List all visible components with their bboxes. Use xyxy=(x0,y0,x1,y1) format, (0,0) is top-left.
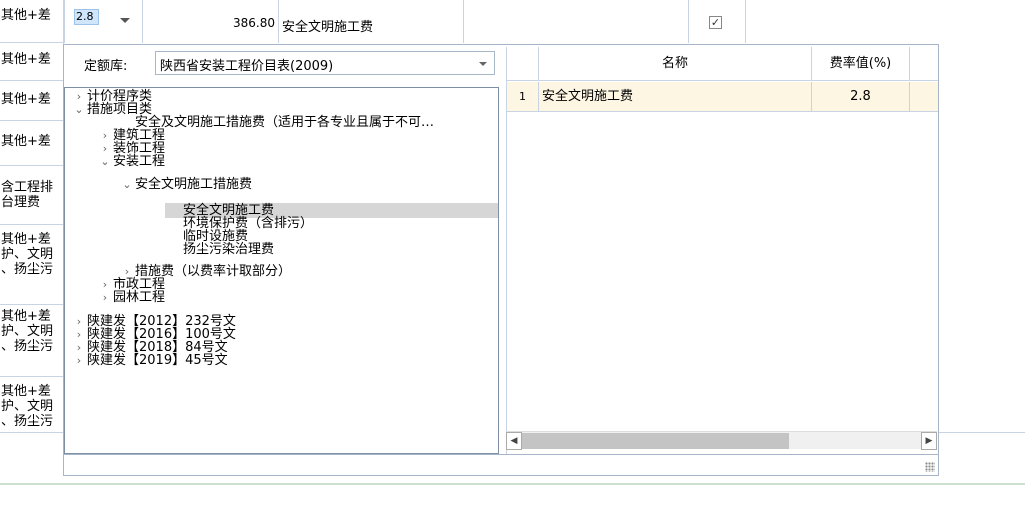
fee-name-cell[interactable]: 安全文明施工费 xyxy=(279,0,464,43)
chevron-right-icon[interactable]: › xyxy=(99,278,111,291)
chevron-right-icon[interactable]: › xyxy=(73,90,85,103)
chevron-right-icon[interactable]: › xyxy=(73,354,85,367)
header-extra xyxy=(910,47,938,81)
tree-node-label[interactable]: 扬尘污染治理费 xyxy=(183,243,274,256)
left-cell-2[interactable]: 其他+差 xyxy=(0,81,64,121)
resize-grip-icon[interactable] xyxy=(925,462,935,472)
left-cell-3[interactable]: 其他+差 xyxy=(0,121,64,166)
left-cell-1[interactable]: 其他+差 xyxy=(0,43,64,81)
row-rate[interactable]: 2.8 xyxy=(812,82,910,112)
chevron-right-icon[interactable]: › xyxy=(99,129,111,142)
library-select-value: 陕西省安装工程价目表(2009) xyxy=(160,59,334,74)
library-select[interactable]: 陕西省安装工程价目表(2009) xyxy=(155,51,495,75)
header-name[interactable]: 名称 xyxy=(539,47,812,81)
left-cell-5[interactable]: 其他+差 护、文明 、扬尘污 xyxy=(0,225,64,305)
scrollbar-thumb[interactable] xyxy=(522,433,789,449)
chevron-right-icon[interactable]: › xyxy=(99,291,111,304)
scroll-left-icon[interactable]: ◀ xyxy=(506,432,522,450)
left-cell-4[interactable]: 含工程排 台理费 xyxy=(0,166,64,225)
library-label: 定额库: xyxy=(84,59,128,74)
chevron-down-icon[interactable]: ⌄ xyxy=(121,178,133,191)
enabled-checkbox[interactable]: ✓ xyxy=(709,16,722,29)
tree-node-label[interactable]: 陕建发【2019】45号文 xyxy=(87,354,228,367)
category-tree: › 计价程序类 ⌄ 措施项目类 安全及文明施工措施费（适用于各专业且属于不可… › 建筑工程… xyxy=(64,87,499,454)
status-divider xyxy=(0,483,1025,485)
chevron-right-icon[interactable]: › xyxy=(73,341,85,354)
left-cell-6[interactable]: 其他+差 护、文明 、扬尘污 xyxy=(0,305,64,377)
tree-node-label[interactable]: 安全文明施工措施费 xyxy=(135,178,252,191)
scroll-right-icon[interactable]: ▶ xyxy=(921,432,937,450)
tree-node-label[interactable]: 安装工程 xyxy=(113,155,165,168)
left-cell-0[interactable]: 其他+差 xyxy=(0,0,64,43)
chevron-right-icon[interactable]: › xyxy=(73,315,85,328)
popup-footer xyxy=(64,454,938,475)
chevron-down-icon[interactable] xyxy=(479,62,487,66)
horizontal-scrollbar[interactable]: ◀ ▶ xyxy=(506,431,937,450)
rate-table: 名称 费率值(%) 1 安全文明施工费 2.8 xyxy=(506,47,938,454)
chevron-right-icon[interactable]: › xyxy=(99,142,111,155)
rate-table-header: 名称 费率值(%) xyxy=(507,47,938,81)
empty-cell[interactable] xyxy=(464,0,689,43)
chevron-down-icon[interactable]: ⌄ xyxy=(73,103,85,116)
header-index xyxy=(507,47,539,81)
header-rate[interactable]: 费率值(%) xyxy=(812,47,910,81)
fee-rate-picker-popup: 定额库: 陕西省安装工程价目表(2009) › 计价程序类 ⌄ 措施项目类 安全及文明施… xyxy=(63,44,939,476)
grid-line xyxy=(937,432,1025,433)
dropdown-caret-icon[interactable] xyxy=(120,18,130,23)
row-extra xyxy=(910,82,938,112)
row-index: 1 xyxy=(507,82,539,112)
tree-node-label[interactable]: 园林工程 xyxy=(113,291,165,304)
rate-input[interactable]: 2.8 xyxy=(74,9,99,25)
chevron-down-icon[interactable]: ⌄ xyxy=(99,155,111,168)
row-name[interactable]: 安全文明施工费 xyxy=(539,82,812,112)
amount-cell[interactable]: 386.80 xyxy=(143,0,279,43)
table-row[interactable]: 1 安全文明施工费 2.8 xyxy=(507,82,938,112)
left-cell-7[interactable]: 其他+差 护、文明 、扬尘污 xyxy=(0,377,64,433)
chevron-right-icon[interactable]: › xyxy=(73,328,85,341)
tree-node-label[interactable]: 安全及文明施工措施费（适用于各专业且属于不可… xyxy=(135,116,434,129)
